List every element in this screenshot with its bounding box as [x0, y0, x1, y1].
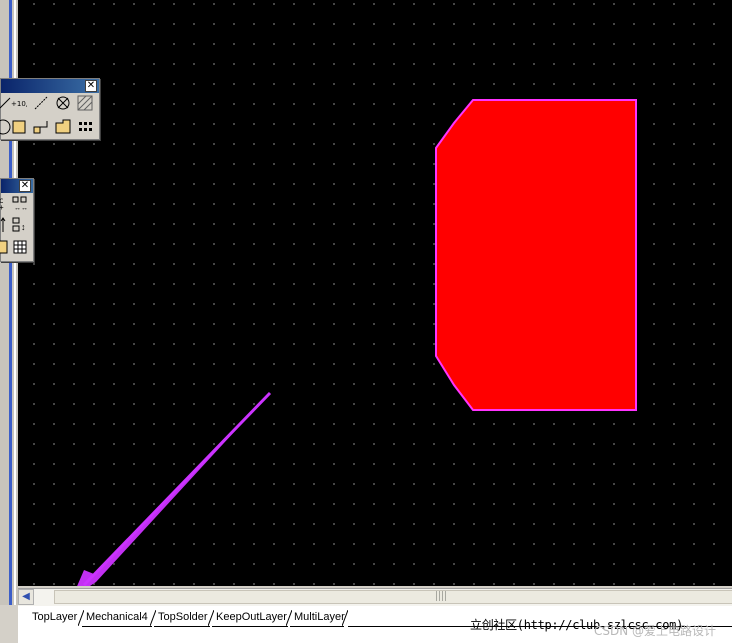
polygon-icon[interactable] [55, 119, 71, 135]
canvas-drawing [77, 99, 637, 586]
array-icon[interactable] [77, 119, 93, 135]
pcb-canvas[interactable] [18, 0, 732, 586]
pad-shape [435, 99, 637, 411]
tab-multilayer[interactable]: MultiLayer [290, 610, 345, 627]
align-toolbar[interactable]: ✕ c + ↔↔ ↕ [0, 178, 34, 262]
align-left-icon[interactable]: c + [0, 195, 9, 211]
placement-toolbar[interactable]: ✕ +10,10 [0, 78, 100, 140]
distribute-icon[interactable]: ↔↔ [12, 195, 28, 211]
group-icon[interactable] [0, 239, 9, 255]
tab-separator [342, 610, 348, 626]
fill-icon[interactable] [11, 119, 27, 135]
horizontal-scrollbar[interactable]: ◀ [18, 588, 732, 606]
coordinate-icon[interactable]: +10,10 [11, 95, 27, 111]
scroll-thumb[interactable] [54, 590, 732, 604]
hatch-icon[interactable] [77, 95, 93, 111]
svg-text:+10,10: +10,10 [11, 100, 27, 108]
svg-text:↕: ↕ [21, 222, 26, 232]
scroll-grip-icon [436, 591, 446, 601]
tab-mechanical4[interactable]: Mechanical4 [82, 610, 152, 627]
close-icon[interactable]: ✕ [19, 180, 31, 192]
dimension-icon[interactable] [33, 95, 49, 111]
grid-icon[interactable] [12, 239, 28, 255]
watermark: CSDN @爱上电路设计 [594, 624, 717, 638]
keepout-icon[interactable] [55, 95, 71, 111]
tab-toplayer[interactable]: TopLayer [28, 610, 80, 627]
svg-text:↔↔: ↔↔ [14, 205, 28, 211]
step-icon[interactable] [33, 119, 49, 135]
close-icon[interactable]: ✕ [85, 80, 97, 92]
arrow-shaft [82, 391, 272, 586]
tab-topsolder[interactable]: TopSolder [154, 610, 210, 627]
align-top-icon[interactable] [0, 217, 9, 233]
distribute-vertical-icon[interactable]: ↕ [12, 217, 28, 233]
tab-keepoutlayer[interactable]: KeepOutLayer [212, 610, 288, 627]
svg-text:+: + [0, 203, 4, 211]
scroll-left-arrow-icon[interactable]: ◀ [18, 589, 34, 605]
